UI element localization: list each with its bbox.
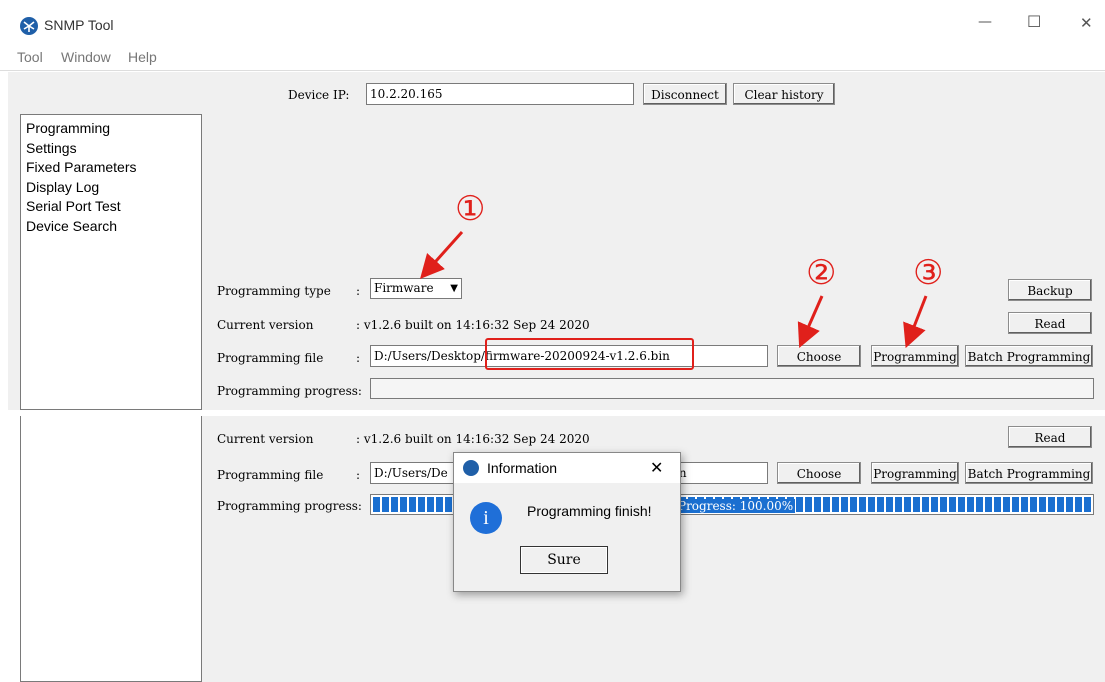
step-1-arrow	[419, 230, 464, 279]
info-glyph: i	[483, 507, 489, 529]
colon: :	[356, 468, 361, 482]
step-3-arrow	[903, 295, 928, 349]
info-icon: i	[470, 502, 502, 534]
lower-choose-button[interactable]: Choose	[777, 462, 861, 484]
left-margin-lower	[8, 416, 20, 682]
dialog-close-icon[interactable]: ✕	[650, 458, 663, 477]
dialog-message: Programming finish!	[527, 503, 652, 519]
step-2-arrow	[797, 295, 824, 348]
dialog-title-bar: Information ✕	[454, 453, 680, 483]
lower-read-button[interactable]: Read	[1008, 426, 1092, 448]
lower-file-input-right[interactable]: in	[672, 462, 768, 484]
lower-current-version-value: : v1.2.6 built on 14:16:32 Sep 24 2020	[356, 432, 590, 446]
lower-programming-button[interactable]: Programming	[871, 462, 959, 484]
information-dialog: Information ✕ i Programming finish! Sure	[453, 452, 681, 592]
lower-sidebar	[20, 416, 202, 682]
dialog-app-icon	[463, 460, 479, 476]
lower-current-version-label: Current version	[217, 432, 314, 446]
lower-programming-progress-label: Programming progress:	[217, 499, 362, 513]
dialog-title: Information	[487, 460, 558, 476]
lower-file-input-left[interactable]: D:/Users/De	[370, 462, 458, 484]
lower-batch-programming-button[interactable]: Batch Programming	[965, 462, 1093, 484]
lower-programming-file-label: Programming file	[217, 468, 324, 482]
sure-button[interactable]: Sure	[520, 546, 608, 574]
lower-progress-text: Progress: 100.00%	[676, 499, 796, 513]
